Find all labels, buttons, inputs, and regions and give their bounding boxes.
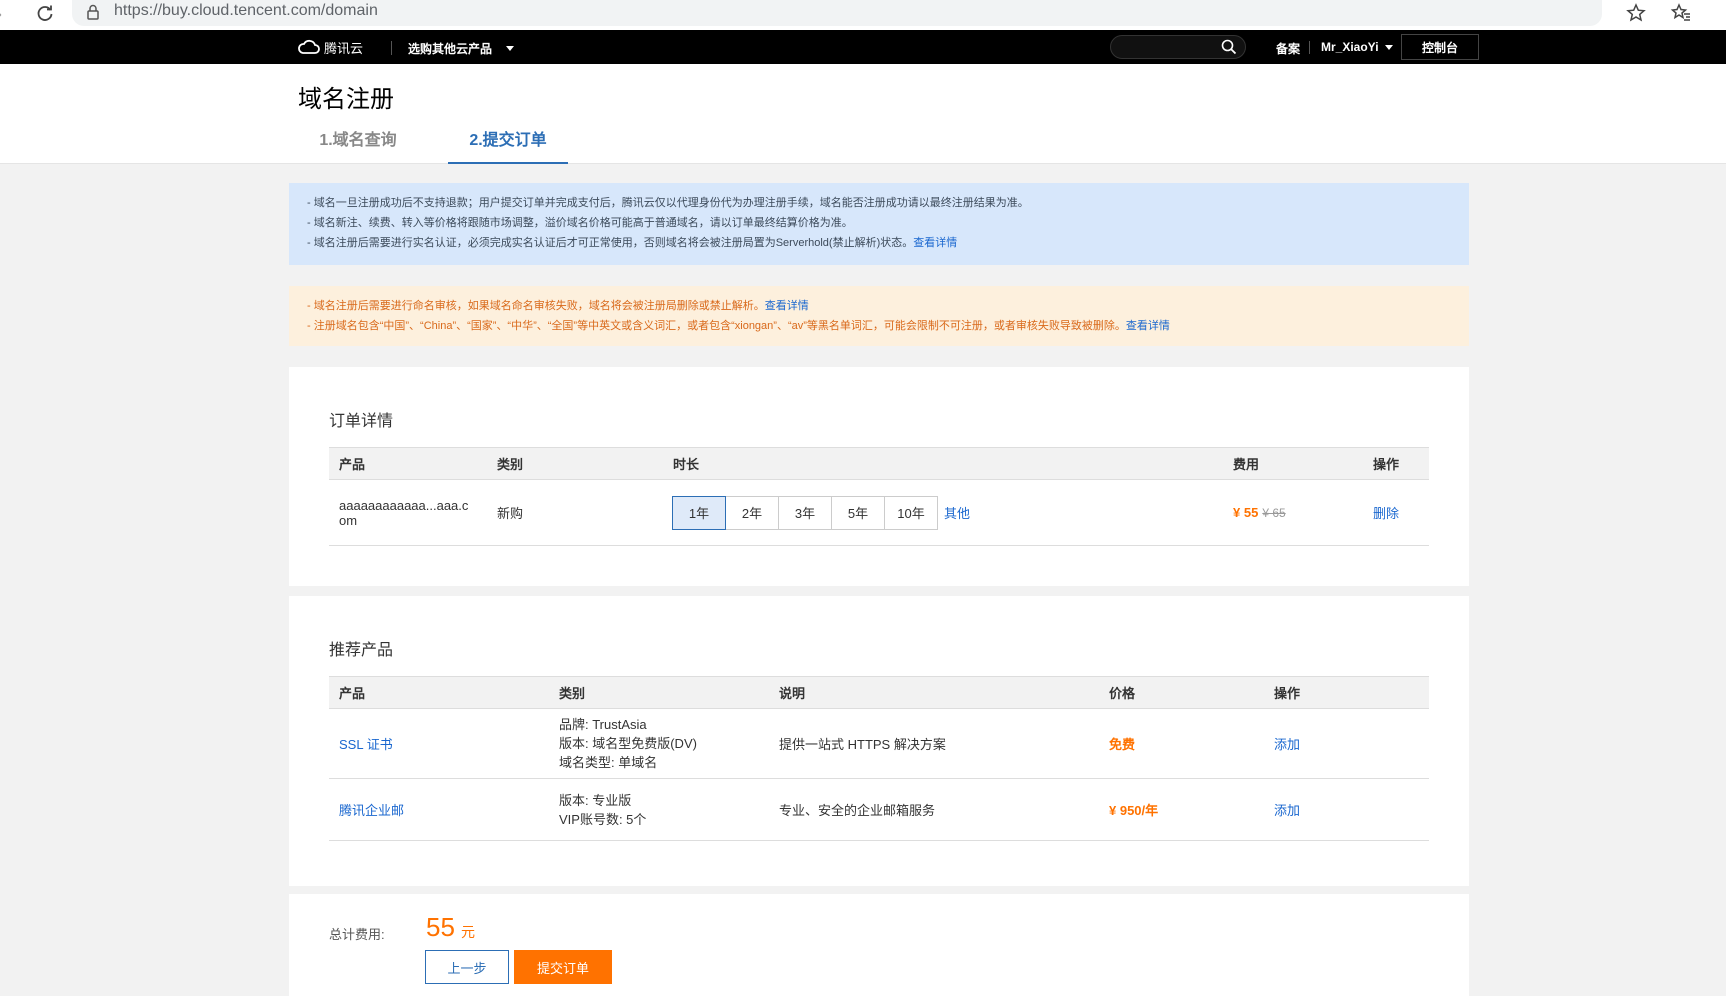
ssl-cert-link[interactable]: SSL 证书 — [339, 737, 393, 752]
cloud-logo-icon — [298, 39, 320, 54]
page-title: 域名注册 — [298, 86, 394, 113]
url-text[interactable]: https://buy.cloud.tencent.com/domain — [114, 2, 378, 20]
tab-submit-order[interactable]: 2.提交订单 — [448, 124, 568, 164]
action-cell: 添加 — [1264, 779, 1429, 841]
search-box[interactable] — [1110, 35, 1246, 59]
col-header-price: 价格 — [1109, 686, 1136, 701]
col-header-product: 产品 — [339, 457, 366, 472]
domain-name-cell: aaaaaaaaaaaa...aaa.c om — [339, 497, 469, 528]
price-cell: 免费 — [1099, 709, 1264, 779]
duration-selector: 1年 2年 3年 5年 10年 其他 — [672, 495, 1223, 530]
tab-domain-query[interactable]: 1.域名查询 — [298, 124, 418, 164]
order-type-cell: 新购 — [497, 506, 524, 521]
submit-order-button[interactable]: 提交订单 — [514, 950, 612, 984]
browser-toolbar: › https://buy.cloud.tencent.com/domain — [0, 0, 1726, 30]
add-exmail-button[interactable]: 添加 — [1274, 803, 1300, 818]
reload-icon[interactable] — [34, 2, 56, 24]
search-icon[interactable] — [1221, 39, 1237, 55]
price-free: 免费 — [1109, 737, 1136, 752]
nav-divider — [1309, 41, 1310, 54]
bookmark-star-icon[interactable] — [1625, 2, 1647, 24]
type-cell: 版本: 专业版 VIP账号数: 5个 — [559, 792, 647, 827]
duration-option-2y[interactable]: 2年 — [725, 495, 779, 530]
back-icon[interactable]: › — [0, 4, 2, 25]
info-notice: - 域名一旦注册成功后不支持退款；用户提交订单并完成支付后，腾讯云仅以代理身份代… — [289, 183, 1469, 265]
order-details-panel: 订单详情 产品 类别 时长 费用 操作 aaaaaaaaaaaa...aaa.c… — [289, 367, 1469, 586]
table-header-row: 产品 类别 时长 费用 操作 — [329, 447, 1429, 480]
page-header: 域名注册 1.域名查询 2.提交订单 — [0, 64, 1726, 164]
notice-line: - 域名新注、续费、转入等价格将跟随市场调整，溢价域名价格可能高于普通域名，请以… — [307, 217, 853, 229]
username: Mr_XiaoYi — [1321, 40, 1379, 54]
duration-option-10y[interactable]: 10年 — [884, 495, 938, 530]
total-label: 总计费用: — [329, 927, 385, 942]
total-amount: 55 — [426, 912, 455, 942]
table-row: aaaaaaaaaaaa...aaa.c om 新购 1年 2年 3年 5年 1… — [329, 480, 1429, 546]
warning-notice: - 域名注册后需要进行命名审核，如果域名命名审核失败，域名将会被注册局删除或禁止… — [289, 286, 1469, 346]
duration-option-5y[interactable]: 5年 — [831, 495, 885, 530]
recommended-table: 产品 类别 说明 价格 操作 SSL 证书 品牌: TrustAsia 版本: … — [329, 676, 1429, 841]
col-header-action: 操作 — [1373, 457, 1400, 472]
search-input[interactable] — [1119, 36, 1219, 58]
duration-option-1y[interactable]: 1年 — [672, 495, 726, 530]
col-header-action: 操作 — [1274, 686, 1301, 701]
duration-option-3y[interactable]: 3年 — [778, 495, 832, 530]
col-header-type: 类别 — [497, 457, 524, 472]
console-button[interactable]: 控制台 — [1401, 34, 1479, 60]
tencent-cloud-logo[interactable]: 腾讯云 — [298, 38, 363, 56]
nav-divider — [391, 41, 392, 55]
recommended-title: 推荐产品 — [329, 642, 394, 659]
desc-cell: 提供一站式 HTTPS 解决方案 — [779, 737, 946, 752]
view-details-link[interactable]: 查看详情 — [1126, 320, 1170, 332]
fee-cell: ¥ 55 ¥ 65 — [1223, 480, 1363, 546]
col-header-type: 类别 — [559, 686, 586, 701]
view-details-link[interactable]: 查看详情 — [765, 300, 809, 312]
user-menu[interactable]: Mr_XiaoYi — [1321, 40, 1393, 54]
total-panel: 总计费用: 55 元 上一步 提交订单 — [289, 894, 1469, 996]
order-details-title: 订单详情 — [329, 413, 394, 430]
price-cell: ¥ 950/年 — [1099, 779, 1264, 841]
col-header-desc: 说明 — [779, 686, 806, 701]
type-cell: 品牌: TrustAsia 版本: 域名型免费版(DV) 域名类型: 单域名 — [559, 717, 697, 770]
buy-other-label: 选购其他云产品 — [408, 42, 493, 56]
original-price: ¥ 65 — [1262, 506, 1286, 520]
desc-cell: 专业、安全的企业邮箱服务 — [779, 803, 936, 818]
table-row: SSL 证书 品牌: TrustAsia 版本: 域名型免费版(DV) 域名类型… — [329, 709, 1429, 779]
beian-link[interactable]: 备案 — [1276, 40, 1300, 57]
current-price: ¥ 55 — [1233, 505, 1259, 520]
table-row: 腾讯企业邮 版本: 专业版 VIP账号数: 5个 专业、安全的企业邮箱服务 ¥ … — [329, 779, 1429, 841]
total-unit: 元 — [461, 924, 475, 940]
chevron-down-icon — [1384, 44, 1393, 50]
notice-line: - 域名注册后需要进行命名审核，如果域名命名审核失败，域名将会被注册局删除或禁止… — [307, 300, 809, 312]
product-cell: SSL 证书 — [329, 709, 549, 779]
col-header-product: 产品 — [339, 686, 366, 701]
logo-text: 腾讯云 — [324, 40, 364, 56]
col-header-fee: 费用 — [1233, 457, 1260, 472]
action-cell: 删除 — [1363, 480, 1429, 546]
favorites-icon[interactable] — [1670, 2, 1692, 24]
notice-line: - 注册域名包含“中国”、“China”、“国家”、“中华”、“全国”等中英文或… — [307, 320, 1170, 332]
view-details-link[interactable]: 查看详情 — [913, 237, 957, 249]
price-exmail: ¥ 950/年 — [1109, 803, 1159, 818]
top-navbar: 腾讯云 选购其他云产品 备案 Mr_XiaoYi 控制台 — [0, 30, 1726, 64]
lock-icon — [87, 4, 99, 20]
chevron-down-icon — [506, 46, 515, 51]
exmail-link[interactable]: 腾讯企业邮 — [339, 803, 404, 818]
duration-cell: 1年 2年 3年 5年 10年 其他 — [663, 480, 1223, 546]
add-ssl-button[interactable]: 添加 — [1274, 737, 1300, 752]
product-cell: 腾讯企业邮 — [329, 779, 549, 841]
order-table: 产品 类别 时长 费用 操作 aaaaaaaaaaaa...aaa.c om 新… — [329, 447, 1429, 546]
notice-line: - 域名一旦注册成功后不支持退款；用户提交订单并完成支付后，腾讯云仅以代理身份代… — [307, 197, 1029, 209]
table-header-row: 产品 类别 说明 价格 操作 — [329, 676, 1429, 709]
action-cell: 添加 — [1264, 709, 1429, 779]
buy-other-products-menu[interactable]: 选购其他云产品 — [408, 40, 515, 57]
previous-step-button[interactable]: 上一步 — [425, 950, 509, 984]
recommended-products-panel: 推荐产品 产品 类别 说明 价格 操作 SSL 证书 品牌: TrustAsia… — [289, 596, 1469, 886]
duration-other-link[interactable]: 其他 — [944, 503, 970, 522]
col-header-duration: 时长 — [673, 457, 700, 472]
notice-line: - 域名注册后需要进行实名认证，必须完成实名认证后才可正常使用，否则域名将会被注… — [307, 237, 958, 249]
delete-link[interactable]: 删除 — [1373, 506, 1399, 521]
